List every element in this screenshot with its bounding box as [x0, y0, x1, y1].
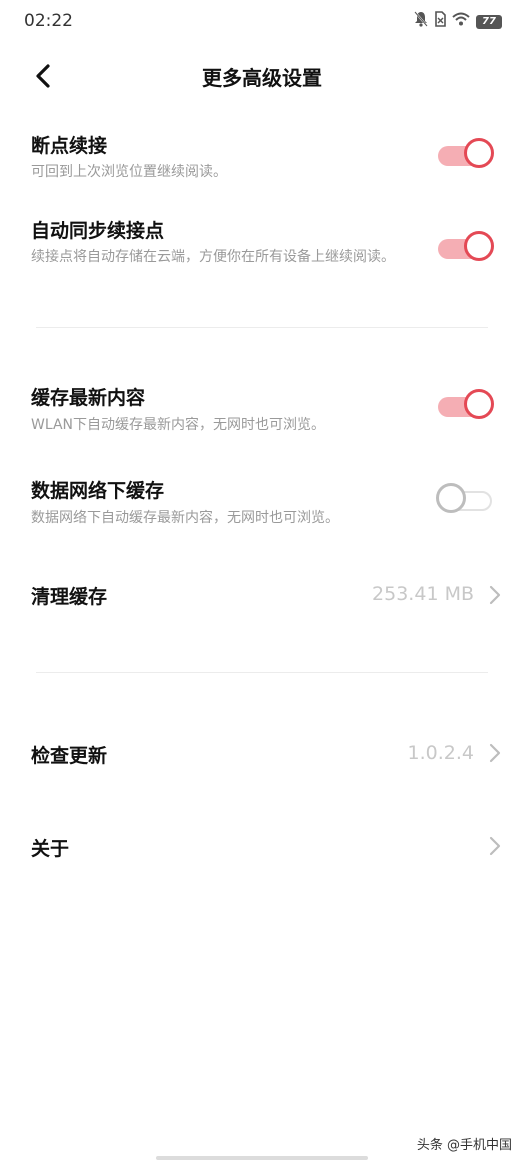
status-icons: 77 [414, 11, 502, 33]
setting-cache-latest: 缓存最新内容 WLAN下自动缓存最新内容，无网时也可浏览。 [0, 376, 524, 446]
setting-title: 断点续接 [31, 135, 108, 157]
setting-subtitle: 可回到上次浏览位置继续阅读。 [31, 164, 227, 180]
divider [36, 672, 488, 673]
version-value: 1.0.2.4 [407, 742, 474, 764]
cache-latest-toggle[interactable] [436, 389, 494, 425]
setting-subtitle: WLAN下自动缓存最新内容，无网时也可浏览。 [31, 417, 326, 433]
setting-title: 清理缓存 [31, 586, 108, 608]
sim-icon [434, 11, 446, 33]
setting-title: 检查更新 [31, 745, 108, 767]
check-update-row[interactable]: 检查更新 1.0.2.4 [0, 728, 524, 778]
mobile-cache-toggle[interactable] [436, 483, 494, 519]
setting-subtitle: 续接点将自动存储在云端，方便你在所有设备上继续阅读。 [31, 249, 395, 265]
divider [36, 327, 488, 328]
chevron-right-icon [489, 836, 501, 856]
status-bar: 02:22 77 [0, 0, 524, 46]
setting-title: 自动同步续接点 [31, 220, 165, 242]
bell-off-icon [414, 11, 428, 33]
setting-resume-reading: 断点续接 可回到上次浏览位置继续阅读。 [0, 125, 524, 195]
setting-sync-resume: 自动同步续接点 续接点将自动存储在云端，方便你在所有设备上继续阅读。 [0, 208, 524, 298]
cache-size-value: 253.41 MB [372, 583, 474, 605]
watermark: 头条 @手机中国 [416, 1138, 512, 1153]
setting-title: 数据网络下缓存 [31, 480, 165, 502]
setting-mobile-cache: 数据网络下缓存 数据网络下自动缓存最新内容，无网时也可浏览。 [0, 470, 524, 540]
page-title: 更多高级设置 [202, 66, 322, 90]
setting-subtitle: 数据网络下自动缓存最新内容，无网时也可浏览。 [31, 510, 339, 526]
sync-resume-toggle[interactable] [436, 231, 494, 267]
setting-title: 缓存最新内容 [31, 387, 146, 409]
home-indicator[interactable] [156, 1156, 368, 1160]
clear-cache-row[interactable]: 清理缓存 253.41 MB [0, 570, 524, 620]
about-row[interactable]: 关于 [0, 821, 524, 871]
chevron-right-icon [489, 743, 501, 763]
resume-reading-toggle[interactable] [436, 138, 494, 174]
wifi-icon [452, 12, 470, 32]
status-time: 02:22 [24, 11, 73, 31]
nav-bar: 更多高级设置 [0, 50, 524, 102]
chevron-right-icon [489, 585, 501, 605]
battery-icon: 77 [476, 15, 502, 29]
setting-title: 关于 [31, 838, 70, 860]
